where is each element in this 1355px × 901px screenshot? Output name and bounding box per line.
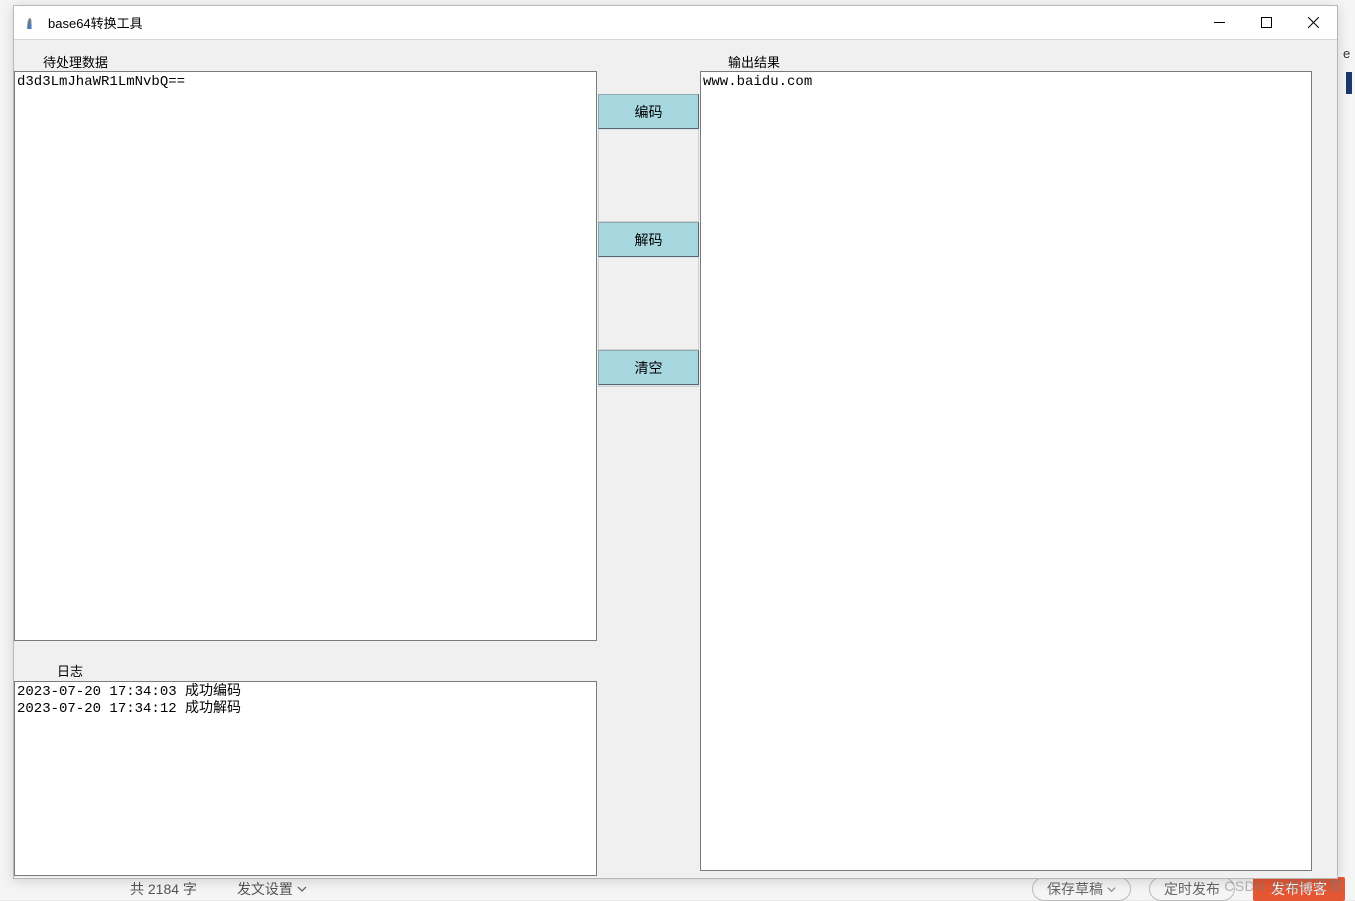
client-area: 待处理数据 输出结果 日志 编码 解码 清空 xyxy=(14,40,1337,878)
bg-save-draft-label: 保存草稿 xyxy=(1047,879,1103,899)
app-window: base64转换工具 待处理数据 输出结果 日志 编码 解码 清空 xyxy=(13,5,1338,879)
close-button[interactable] xyxy=(1290,6,1337,39)
bg-settings-dropdown[interactable]: 发文设置 xyxy=(237,879,307,899)
bg-bottom-bar: 共 2184 字 发文设置 保存草稿 定时发布 发布博客 xyxy=(0,878,1355,900)
decode-button[interactable]: 解码 xyxy=(598,222,699,257)
button-column: 编码 解码 清空 xyxy=(598,94,699,387)
input-label: 待处理数据 xyxy=(43,52,108,71)
spacer xyxy=(598,129,699,222)
chevron-down-icon xyxy=(297,884,307,894)
bg-right-bar xyxy=(1346,72,1352,94)
log-textarea[interactable] xyxy=(14,681,597,876)
spacer xyxy=(598,385,699,387)
bg-word-count: 共 2184 字 xyxy=(130,879,197,899)
log-label: 日志 xyxy=(57,661,83,680)
bg-left-text xyxy=(0,46,12,156)
input-textarea[interactable] xyxy=(14,71,597,641)
app-icon xyxy=(24,15,40,31)
watermark: CSDN @编程狂魔 xyxy=(1224,876,1343,896)
bg-settings-label: 发文设置 xyxy=(237,879,293,899)
output-textarea[interactable] xyxy=(700,71,1312,871)
bg-save-draft-button[interactable]: 保存草稿 xyxy=(1032,877,1131,901)
maximize-button[interactable] xyxy=(1243,6,1290,39)
bg-right-text: e xyxy=(1343,46,1355,71)
chevron-down-icon xyxy=(1107,885,1116,894)
window-title: base64转换工具 xyxy=(48,13,143,32)
close-icon xyxy=(1308,17,1319,28)
encode-button[interactable]: 编码 xyxy=(598,94,699,129)
minimize-button[interactable] xyxy=(1196,6,1243,39)
output-label: 输出结果 xyxy=(728,52,780,71)
bg-schedule-button[interactable]: 定时发布 xyxy=(1149,877,1235,901)
bg-schedule-label: 定时发布 xyxy=(1164,879,1220,899)
clear-button[interactable]: 清空 xyxy=(598,350,699,385)
titlebar[interactable]: base64转换工具 xyxy=(14,6,1337,40)
minimize-icon xyxy=(1214,17,1225,28)
spacer xyxy=(598,257,699,350)
maximize-icon xyxy=(1261,17,1272,28)
